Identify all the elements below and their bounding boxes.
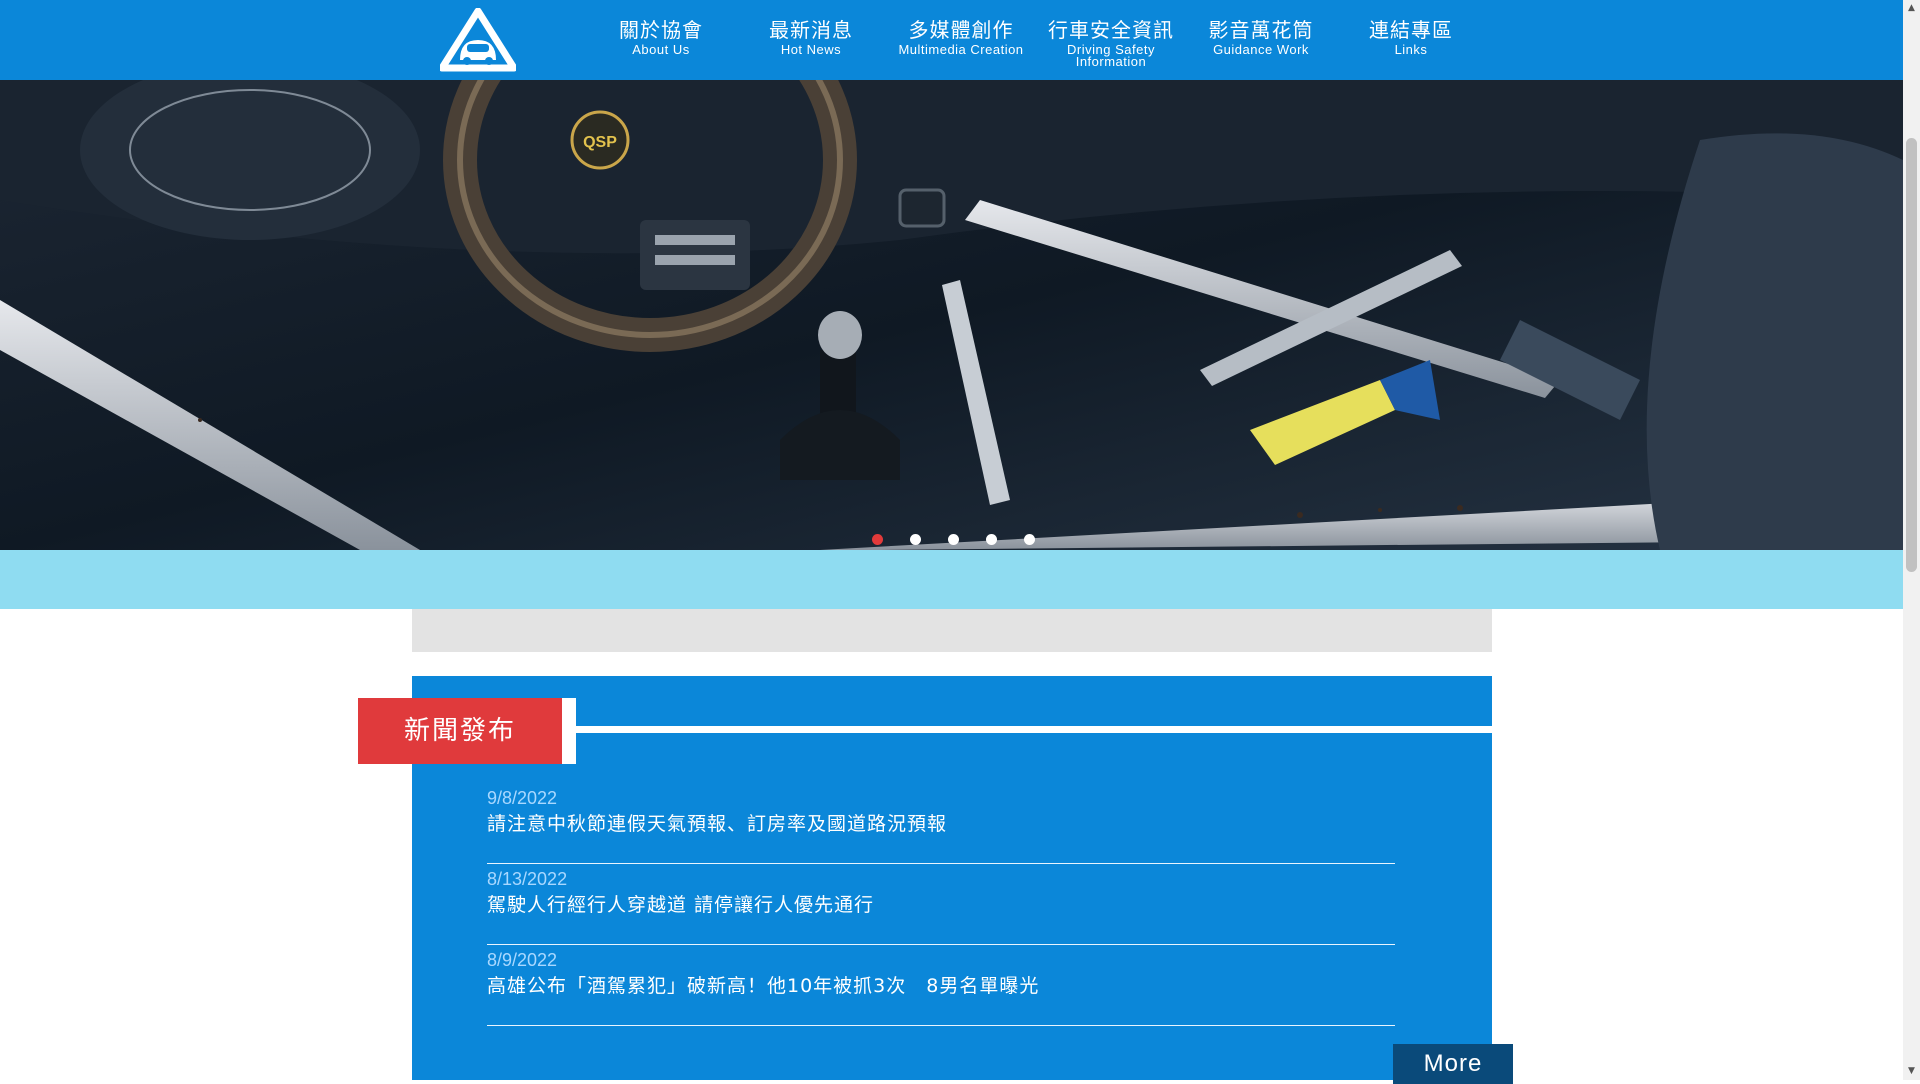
nav-label-zh: 多媒體創作 — [908, 18, 1014, 42]
nav-label-en: Driving Safety Information — [1067, 42, 1155, 69]
news-date: 9/8/2022 — [487, 788, 558, 808]
nav-label-zh: 行車安全資訊 — [1048, 18, 1174, 42]
news-date: 8/9/2022 — [487, 950, 558, 970]
news-item[interactable]: 8/9/2022 高雄公布「酒駕累犯」破新高！他10年被抓3次 8男名單曝光 — [487, 946, 1395, 1026]
light-blue-band — [0, 550, 1903, 609]
scroll-up-arrow-icon[interactable]: ▲ — [1903, 0, 1920, 17]
nav-label-en: Hot News — [780, 42, 842, 57]
slider-dots — [872, 530, 1057, 545]
nav-label-en: Guidance Work — [1213, 42, 1309, 57]
gauge-label: QSP — [583, 134, 617, 151]
nav-item-links[interactable]: 連結專區 Links — [1336, 18, 1486, 56]
nav-label-zh: 連結專區 — [1369, 18, 1453, 42]
news-title-link[interactable]: 高雄公布「酒駕累犯」破新高！他10年被抓3次 8男名單曝光 — [487, 972, 1395, 1000]
news-item[interactable]: 8/13/2022 駕駛人行經行人穿越道 請停讓行人優先通行 — [487, 865, 1395, 945]
news-item[interactable]: 9/8/2022 請注意中秋節連假天氣預報、訂房率及國道路況預報 — [487, 784, 1395, 864]
top-navbar: 關於協會 About Us 最新消息 Hot News 多媒體創作 Multim… — [0, 0, 1903, 80]
news-title-link[interactable]: 請注意中秋節連假天氣預報、訂房率及國道路況預報 — [487, 810, 1395, 838]
scroll-down-arrow-icon[interactable]: ▼ — [1903, 1063, 1920, 1080]
slider-dot-1[interactable] — [872, 534, 883, 545]
nav-label-zh: 影音萬花筒 — [1208, 18, 1314, 42]
nav-label-en: Multimedia Creation — [898, 42, 1024, 57]
news-list: 9/8/2022 請注意中秋節連假天氣預報、訂房率及國道路況預報 8/13/20… — [487, 784, 1395, 1027]
nav-item-driving-safety[interactable]: 行車安全資訊 Driving Safety Information — [1036, 18, 1186, 68]
nav-label-zh: 最新消息 — [769, 18, 853, 42]
nav-label-en: Links — [1394, 42, 1428, 57]
scroll-thumb[interactable] — [1906, 138, 1917, 572]
more-button[interactable]: More — [1393, 1044, 1513, 1084]
news-date: 8/13/2022 — [487, 869, 568, 889]
news-heading-post — [562, 698, 576, 764]
nav-item-guidance-work[interactable]: 影音萬花筒 Guidance Work — [1186, 18, 1336, 56]
logo-icon[interactable] — [438, 7, 518, 72]
grey-banner-bar — [412, 609, 1492, 652]
news-title-link[interactable]: 駕駛人行經行人穿越道 請停讓行人優先通行 — [487, 891, 1395, 919]
vertical-scrollbar[interactable]: ▲ ▼ — [1903, 0, 1920, 1080]
nav-label-zh: 關於協會 — [619, 18, 703, 42]
news-heading: 新聞發布 — [358, 698, 562, 764]
hero-banner-image: QSP — [0, 80, 1903, 550]
nav-item-multimedia-creation[interactable]: 多媒體創作 Multimedia Creation — [886, 18, 1036, 56]
news-heading-rule — [574, 726, 1524, 733]
nav-item-about-us[interactable]: 關於協會 About Us — [586, 18, 736, 56]
nav-label-en: About Us — [632, 42, 690, 57]
nav-item-hot-news[interactable]: 最新消息 Hot News — [736, 18, 886, 56]
